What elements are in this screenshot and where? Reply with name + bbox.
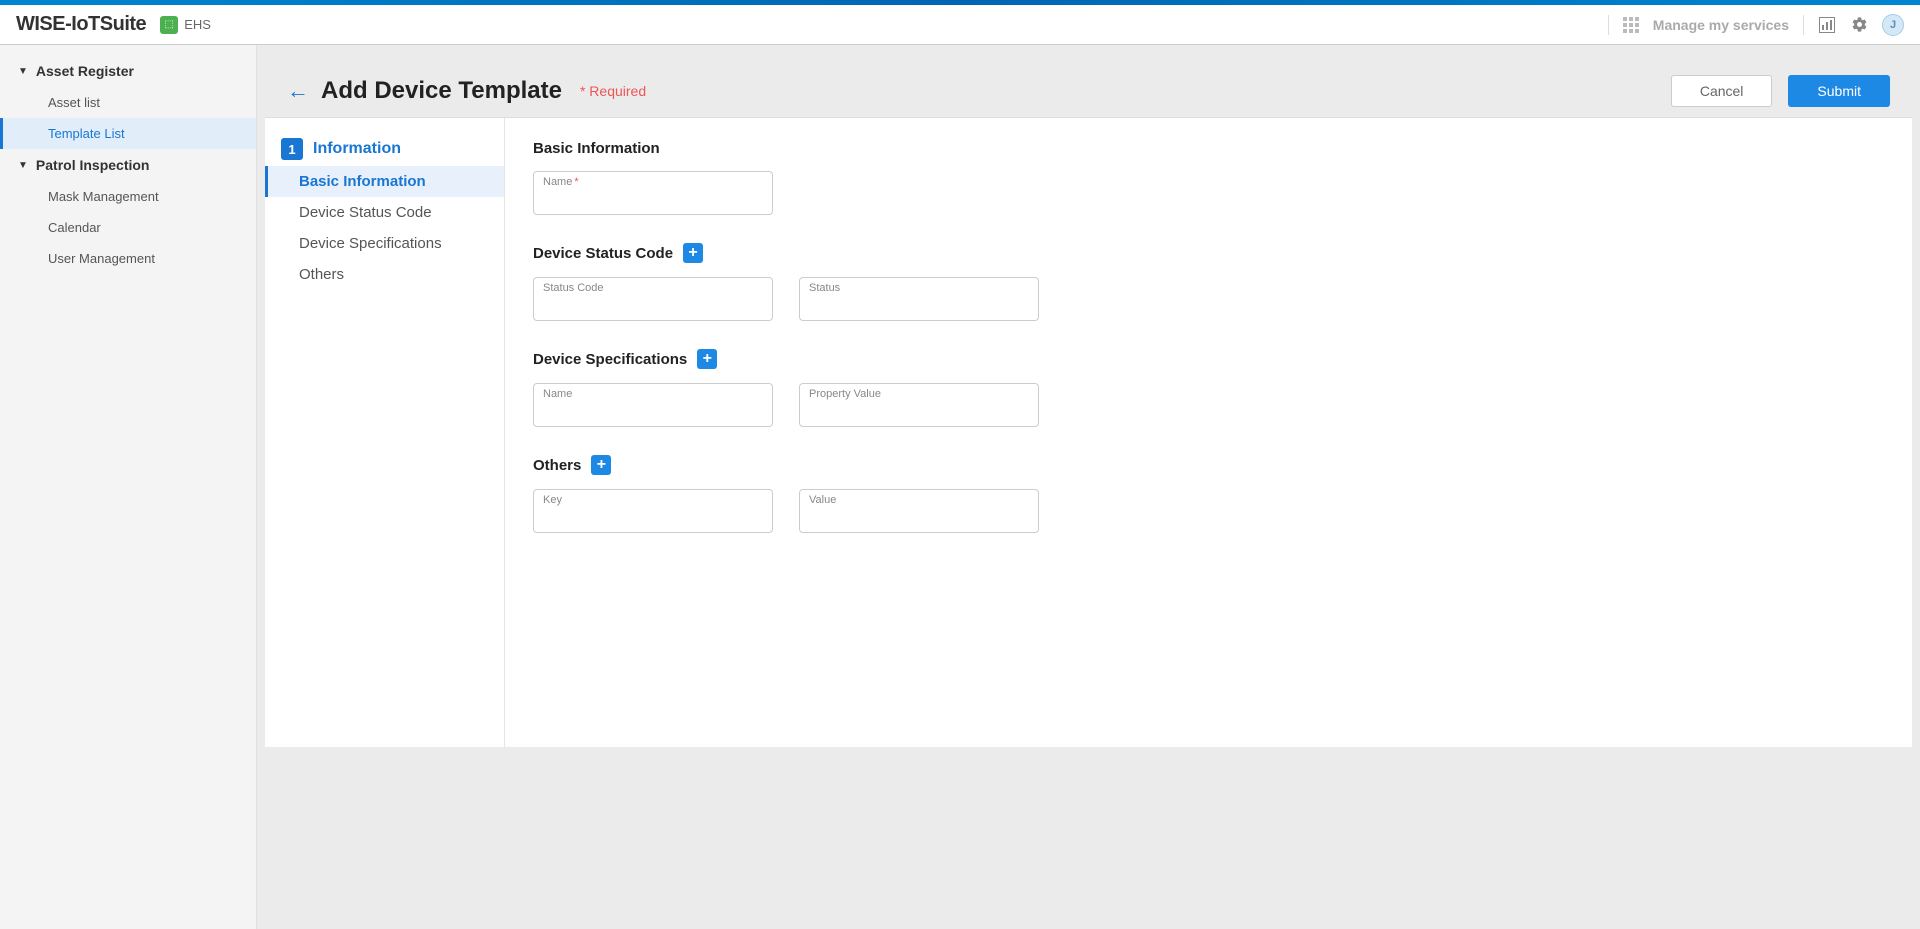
add-other-button[interactable]: + <box>591 455 611 475</box>
submit-button[interactable]: Submit <box>1788 75 1890 107</box>
brand-suite: Suite <box>100 13 146 35</box>
header-right: Manage my services J <box>1608 14 1904 36</box>
avatar[interactable]: J <box>1882 14 1904 36</box>
other-value-input[interactable] <box>799 489 1039 533</box>
main-content: ← Add Device Template * Required Cancel … <box>257 45 1920 929</box>
sidebar-item-template-list[interactable]: Template List <box>0 118 256 149</box>
spec-value-input[interactable] <box>799 383 1039 427</box>
section-device-specifications: Device Specifications + Name Property Va… <box>533 349 1884 427</box>
section-others: Others + Key Value <box>533 455 1884 533</box>
back-arrow-icon[interactable]: ← <box>287 78 309 104</box>
other-key-input[interactable] <box>533 489 773 533</box>
brand-wise: WISE- <box>16 13 71 35</box>
status-code-input[interactable] <box>533 277 773 321</box>
field-spec-name: Name <box>533 383 773 427</box>
sidebar: ▼ Asset Register Asset list Template Lis… <box>0 45 257 929</box>
step-sub-device-status-code[interactable]: Device Status Code <box>265 197 504 228</box>
section-basic-information: Basic Information Name* <box>533 140 1884 215</box>
sidebar-item-mask-management[interactable]: Mask Management <box>0 181 256 212</box>
field-spec-value: Property Value <box>799 383 1039 427</box>
step-number-badge: 1 <box>281 138 303 160</box>
section-title-others: Others + <box>533 455 1884 475</box>
cancel-button[interactable]: Cancel <box>1671 75 1773 107</box>
step-header-information[interactable]: 1 Information <box>265 132 504 166</box>
app-context-label: EHS <box>184 17 211 32</box>
add-spec-button[interactable]: + <box>697 349 717 369</box>
page-title: Add Device Template <box>321 77 562 105</box>
brand-logo: WISE-IoTSuite <box>16 13 146 36</box>
step-sub-basic-information[interactable]: Basic Information <box>265 166 504 197</box>
add-status-button[interactable]: + <box>683 243 703 263</box>
sidebar-item-calendar[interactable]: Calendar <box>0 212 256 243</box>
sidebar-item-user-management[interactable]: User Management <box>0 243 256 274</box>
step-sub-others[interactable]: Others <box>265 259 504 290</box>
status-input[interactable] <box>799 277 1039 321</box>
manage-services-link[interactable]: Manage my services <box>1653 17 1789 33</box>
sidebar-group-label: Patrol Inspection <box>36 157 150 173</box>
divider <box>1803 15 1804 35</box>
section-title-status: Device Status Code + <box>533 243 1884 263</box>
brand-iot: IoT <box>71 13 100 35</box>
field-other-key: Key <box>533 489 773 533</box>
step-nav: 1 Information Basic Information Device S… <box>265 118 505 747</box>
page-header: ← Add Device Template * Required Cancel … <box>265 53 1912 117</box>
field-name: Name* <box>533 171 773 215</box>
name-input[interactable] <box>533 171 773 215</box>
required-hint: * Required <box>580 83 646 99</box>
chart-icon[interactable] <box>1818 16 1836 34</box>
divider <box>1608 15 1609 35</box>
section-device-status-code: Device Status Code + Status Code Status <box>533 243 1884 321</box>
field-other-value: Value <box>799 489 1039 533</box>
form-content: 1 Information Basic Information Device S… <box>265 117 1912 747</box>
sidebar-group-patrol-inspection[interactable]: ▼ Patrol Inspection <box>0 149 256 181</box>
apps-grid-icon[interactable] <box>1623 17 1639 33</box>
sidebar-group-label: Asset Register <box>36 63 134 79</box>
section-title-specs: Device Specifications + <box>533 349 1884 369</box>
spec-name-input[interactable] <box>533 383 773 427</box>
sidebar-group-asset-register[interactable]: ▼ Asset Register <box>0 55 256 87</box>
caret-down-icon: ▼ <box>18 66 28 77</box>
ehs-badge-icon: ⬚ <box>160 16 178 34</box>
gear-icon[interactable] <box>1850 16 1868 34</box>
step-sub-device-specifications[interactable]: Device Specifications <box>265 228 504 259</box>
app-header: WISE-IoTSuite ⬚ EHS Manage my services J <box>0 5 1920 45</box>
section-title-basic: Basic Information <box>533 140 1884 157</box>
field-status-code: Status Code <box>533 277 773 321</box>
step-label: Information <box>313 140 401 158</box>
avatar-initial: J <box>1890 19 1896 31</box>
field-status: Status <box>799 277 1039 321</box>
caret-down-icon: ▼ <box>18 160 28 171</box>
sidebar-item-asset-list[interactable]: Asset list <box>0 87 256 118</box>
form-area: Basic Information Name* Device Status Co… <box>505 118 1912 747</box>
